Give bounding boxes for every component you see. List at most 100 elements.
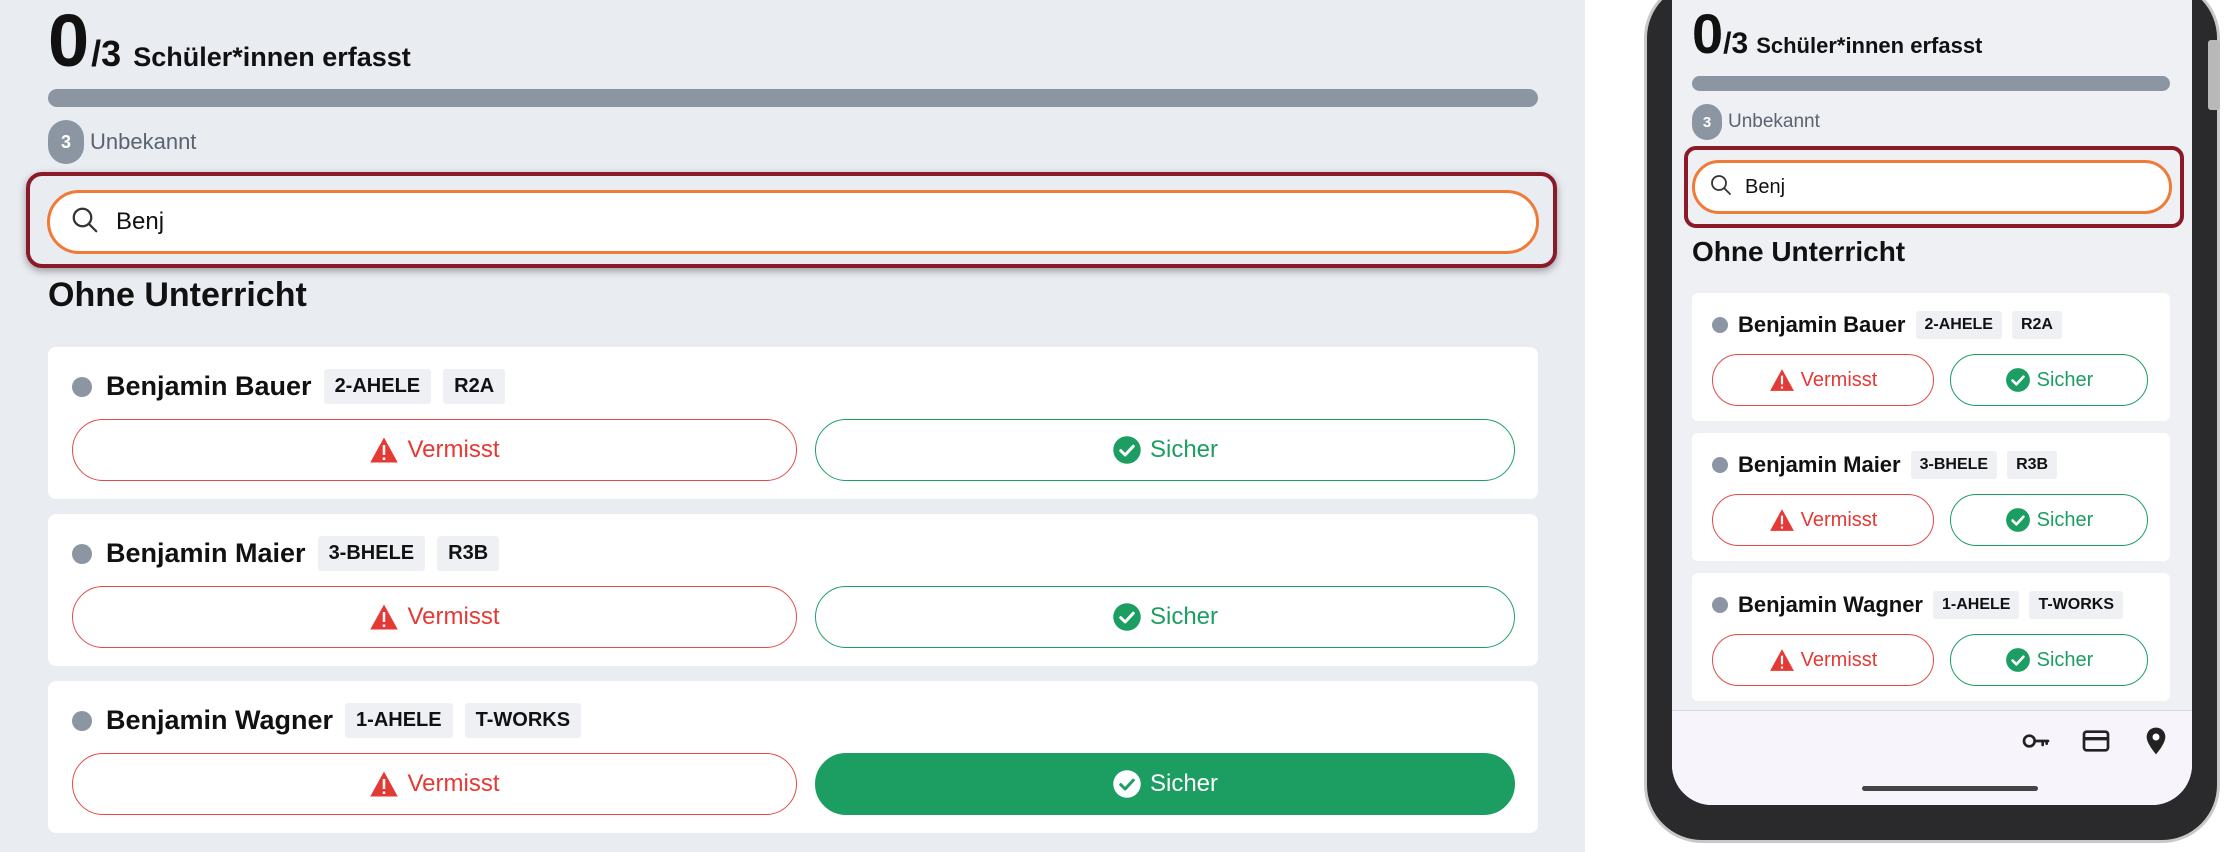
unknown-count-badge: 3 <box>1692 104 1722 140</box>
student-header: Benjamin Bauer 2-AHELE R2A <box>72 369 506 404</box>
phone-screen: 0 /3 Schüler*innen erfasst 3 Unbekannt O… <box>1672 0 2192 805</box>
room-tag: R3B <box>437 536 500 571</box>
counter-label: Schüler*innen erfasst <box>1756 33 1983 58</box>
safe-button[interactable]: Sicher <box>815 586 1515 648</box>
check-circle-icon <box>2005 368 2030 392</box>
student-header: Benjamin Wagner 1-AHELE T-WORKS <box>1712 591 2123 619</box>
safe-button[interactable]: Sicher <box>1950 354 2148 406</box>
class-tag: 2-AHELE <box>1915 311 2002 339</box>
safe-label: Sicher <box>2036 368 2094 391</box>
student-card: Benjamin Wagner 1-AHELE T-WORKS Vermisst… <box>1692 573 2170 701</box>
student-name: Benjamin Bauer <box>106 371 312 401</box>
safe-label: Sicher <box>2036 508 2094 531</box>
unknown-label: Unbekannt <box>90 129 197 154</box>
missing-label: Vermisst <box>1800 648 1878 671</box>
desktop-view: 0 /3 Schüler*innen erfasst 3 Unbekannt O… <box>0 0 1585 852</box>
student-name: Benjamin Maier <box>1738 452 1901 477</box>
student-header: Benjamin Maier 3-BHELE R3B <box>72 536 500 571</box>
missing-button[interactable]: Vermisst <box>72 419 797 481</box>
missing-button[interactable]: Vermisst <box>1712 354 1934 406</box>
safe-label: Sicher <box>1149 436 1219 463</box>
mobile-view: 0 /3 Schüler*innen erfasst 3 Unbekannt O… <box>1642 0 2224 852</box>
safe-button[interactable]: Sicher <box>815 419 1515 481</box>
missing-button[interactable]: Vermisst <box>1712 634 1934 686</box>
safe-button[interactable]: Sicher <box>1950 494 2148 546</box>
phone-side-button <box>2208 40 2220 110</box>
missing-button[interactable]: Vermisst <box>72 753 797 815</box>
check-circle-icon <box>1113 770 1141 798</box>
room-tag: T-WORKS <box>464 703 582 738</box>
student-header: Benjamin Maier 3-BHELE R3B <box>1712 451 2058 479</box>
key-icon[interactable] <box>2020 725 2052 762</box>
section-title: Ohne Unterricht <box>1692 236 1906 267</box>
student-name: Benjamin Bauer <box>1738 312 1906 337</box>
missing-button[interactable]: Vermisst <box>1712 494 1934 546</box>
search-input[interactable] <box>116 208 1416 236</box>
missing-label: Vermisst <box>1800 508 1878 531</box>
safe-label: Sicher <box>1149 770 1219 797</box>
status-dot <box>1712 317 1728 333</box>
warning-icon <box>370 604 399 630</box>
unknown-label: Unbekannt <box>1728 111 1820 132</box>
class-tag: 1-AHELE <box>1933 591 2020 619</box>
attendance-counter: 0 /3 Schüler*innen erfasst <box>48 0 411 82</box>
class-tag: 2-AHELE <box>323 369 432 404</box>
room-tag: R2A <box>2011 311 2062 339</box>
room-tag: R3B <box>2007 451 2058 479</box>
status-dot <box>72 376 92 397</box>
status-dot <box>1712 597 1728 613</box>
safe-label: Sicher <box>2036 648 2094 671</box>
unknown-status: 3 Unbekannt <box>48 120 196 164</box>
room-tag: R2A <box>443 369 506 404</box>
safe-label: Sicher <box>1149 603 1219 630</box>
progress-bar <box>48 89 1538 107</box>
safe-button-selected[interactable]: Sicher <box>815 753 1515 815</box>
location-pin-icon[interactable] <box>2140 725 2172 762</box>
search-input[interactable] <box>1745 175 2145 199</box>
bottom-navigation <box>1672 710 2192 805</box>
warning-icon <box>1769 369 1794 391</box>
missing-label: Vermisst <box>407 436 500 463</box>
status-dot <box>72 710 92 731</box>
check-circle-icon <box>2005 508 2030 532</box>
class-tag: 1-AHELE <box>345 703 453 738</box>
search-icon <box>70 205 100 240</box>
progress-bar <box>1692 76 2170 91</box>
warning-icon <box>1769 509 1794 531</box>
counter-value: 0 <box>1692 2 1724 65</box>
search-field[interactable] <box>1692 160 2172 214</box>
counter-total: /3 <box>1723 27 1749 60</box>
student-card: Benjamin Wagner 1-AHELE T-WORKS Vermisst… <box>48 681 1538 833</box>
missing-button[interactable]: Vermisst <box>72 586 797 648</box>
counter-value: 0 <box>48 0 90 82</box>
warning-icon <box>370 437 399 463</box>
status-dot <box>72 543 92 564</box>
room-tag: T-WORKS <box>2029 591 2123 619</box>
check-circle-icon <box>2005 648 2030 672</box>
unknown-status: 3 Unbekannt <box>1692 104 1820 140</box>
student-card: Benjamin Bauer 2-AHELE R2A Vermisst Sich… <box>1692 293 2170 421</box>
warning-icon <box>1769 649 1794 671</box>
student-card: Benjamin Bauer 2-AHELE R2A Vermisst Sich… <box>48 347 1538 499</box>
student-card: Benjamin Maier 3-BHELE R3B Vermisst Sich… <box>48 514 1538 666</box>
search-field[interactable] <box>47 190 1539 254</box>
student-name: Benjamin Maier <box>106 538 306 568</box>
student-name: Benjamin Wagner <box>1738 592 1923 617</box>
safe-button[interactable]: Sicher <box>1950 634 2148 686</box>
missing-label: Vermisst <box>1800 368 1878 391</box>
section-title: Ohne Unterricht <box>48 276 307 314</box>
student-header: Benjamin Wagner 1-AHELE T-WORKS <box>72 703 582 738</box>
unknown-count-badge: 3 <box>48 120 84 164</box>
home-indicator[interactable] <box>1862 786 2038 791</box>
status-dot <box>1712 457 1728 473</box>
nav-icons <box>2020 725 2172 762</box>
card-icon[interactable] <box>2080 725 2112 762</box>
student-header: Benjamin Bauer 2-AHELE R2A <box>1712 311 2062 339</box>
missing-label: Vermisst <box>407 603 500 630</box>
counter-label: Schüler*innen erfasst <box>133 42 411 72</box>
missing-label: Vermisst <box>407 770 500 797</box>
student-name: Benjamin Wagner <box>106 705 334 735</box>
class-tag: 3-BHELE <box>317 536 426 571</box>
attendance-counter: 0 /3 Schüler*innen erfasst <box>1692 2 1982 66</box>
check-circle-icon <box>1113 603 1141 631</box>
